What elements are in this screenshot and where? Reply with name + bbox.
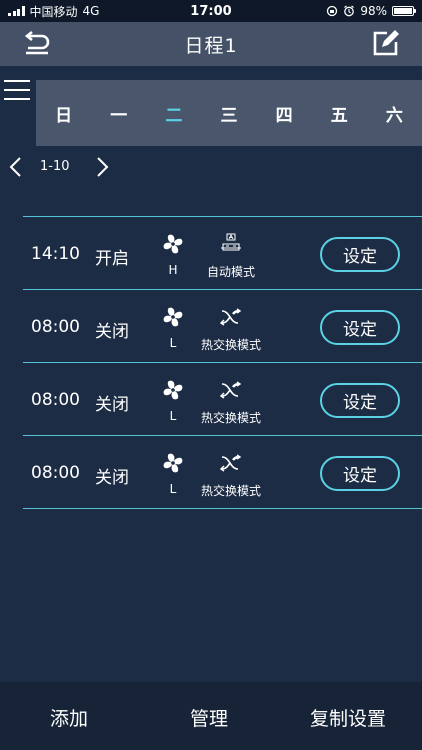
set-button[interactable]: 设定	[320, 237, 400, 272]
schedule-state: 关闭	[95, 468, 129, 488]
status-bar: 中国移动 4G 17:00 98%	[0, 0, 422, 22]
rotation-lock-icon	[327, 5, 338, 17]
fan-icon	[161, 378, 185, 402]
header-bar: 日程1	[0, 22, 422, 66]
set-button[interactable]: 设定	[320, 383, 400, 418]
day-tab-2[interactable]: 二	[146, 101, 201, 126]
manage-button[interactable]: 管理	[190, 704, 228, 731]
day-tabs: 日一二三四五六	[36, 80, 422, 146]
mode-label: 热交换模式	[200, 338, 261, 352]
schedule-state: 开启	[95, 249, 129, 269]
fan-icon	[161, 451, 185, 475]
schedule-time: 08:00	[31, 390, 80, 410]
battery-icon	[392, 6, 416, 16]
schedule-time: 08:00	[31, 317, 80, 337]
network-label: 4G	[82, 4, 100, 18]
fan-speed-label: L	[169, 336, 177, 350]
fan-speed-label: L	[169, 409, 177, 423]
day-tab-0[interactable]: 日	[36, 101, 91, 126]
schedule-time: 08:00	[31, 463, 80, 483]
day-tab-6[interactable]: 六	[367, 101, 422, 126]
chevron-right-icon[interactable]	[94, 156, 110, 178]
carrier-label: 中国移动	[29, 4, 78, 19]
mode-label: 热交换模式	[200, 411, 261, 425]
edit-icon[interactable]	[372, 29, 400, 57]
pager-range: 1-10	[40, 159, 70, 174]
add-button[interactable]: 添加	[50, 704, 88, 731]
mode-label: 热交换模式	[200, 484, 261, 498]
fan-speed-label: L	[169, 482, 177, 496]
alarm-icon	[344, 5, 355, 17]
schedule-row: 08:00 关闭 L 热交换模式 设定	[23, 363, 422, 436]
page-title: 日程1	[184, 34, 238, 57]
heat-exchange-icon	[219, 306, 243, 328]
auto-mode-icon	[219, 233, 243, 255]
day-tab-5[interactable]: 五	[312, 101, 367, 126]
chevron-left-icon[interactable]	[8, 156, 24, 178]
signal-icon	[8, 6, 25, 16]
menu-icon[interactable]	[4, 80, 30, 104]
day-tab-1[interactable]: 一	[91, 101, 146, 126]
battery-percent: 98%	[360, 4, 387, 18]
set-button[interactable]: 设定	[320, 310, 400, 345]
schedule-row: 14:10 开启 H 自动模式 设定	[23, 217, 422, 290]
schedule-list: 14:10 开启 H 自动模式 设定 08:00 关闭 L 热交换模式 设定 08:00 关闭 L 热交换…	[23, 216, 422, 509]
copy-settings-button[interactable]: 复制设置	[310, 704, 386, 731]
schedule-state: 关闭	[95, 395, 129, 415]
schedule-time: 14:10	[31, 244, 80, 264]
fan-speed-label: H	[168, 263, 178, 277]
heat-exchange-icon	[219, 452, 243, 474]
heat-exchange-icon	[219, 379, 243, 401]
day-tab-3[interactable]: 三	[201, 101, 256, 126]
back-icon[interactable]	[22, 30, 52, 58]
set-button[interactable]: 设定	[320, 456, 400, 491]
day-tab-4[interactable]: 四	[257, 101, 312, 126]
schedule-row: 08:00 关闭 L 热交换模式 设定	[23, 290, 422, 363]
mode-label: 自动模式	[206, 265, 255, 279]
schedule-row: 08:00 关闭 L 热交换模式 设定	[23, 436, 422, 509]
schedule-state: 关闭	[95, 322, 129, 342]
fan-icon	[161, 305, 185, 329]
pager: 1-10	[0, 150, 422, 184]
fan-icon	[161, 232, 185, 256]
bottom-bar: 添加 管理 复制设置	[0, 682, 422, 750]
